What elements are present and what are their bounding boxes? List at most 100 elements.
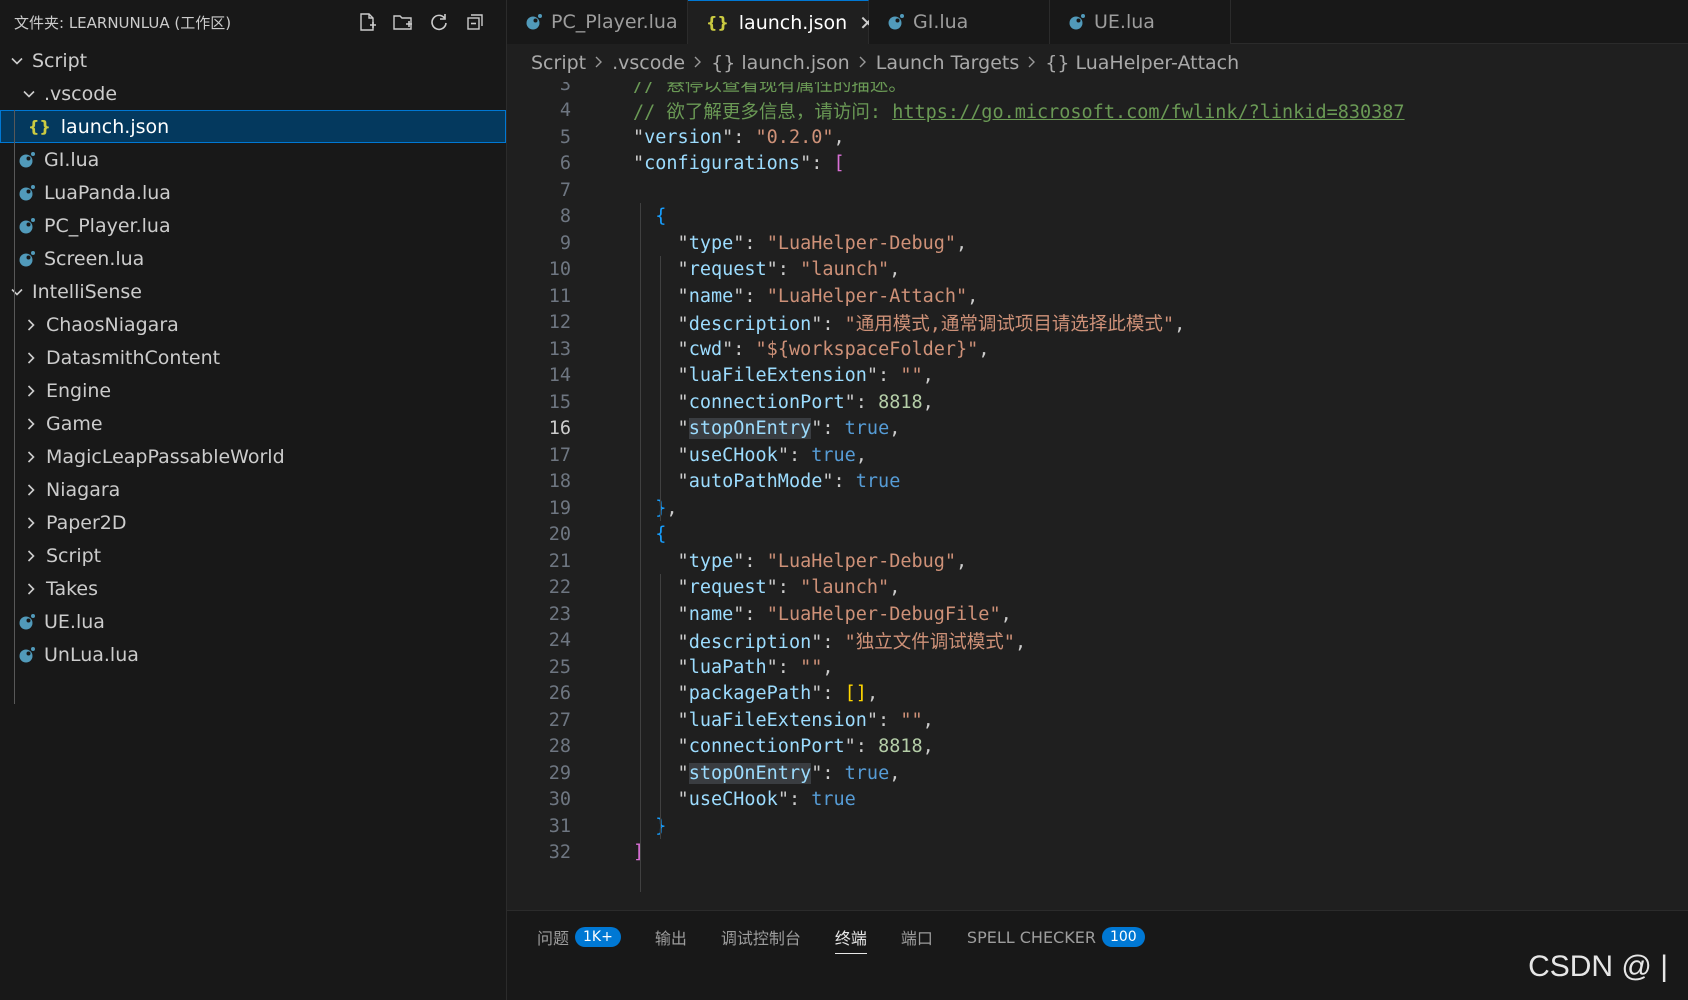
panel-tab[interactable]: 问题 1K+ bbox=[537, 925, 621, 953]
tree-item-label: IntelliSense bbox=[32, 280, 143, 303]
code-token: "" bbox=[900, 365, 923, 386]
code-token: , bbox=[956, 232, 968, 254]
tab-gi-lua[interactable]: GI.lua bbox=[869, 0, 1050, 44]
code-token: autoPathMode bbox=[688, 471, 823, 492]
code-token: true bbox=[855, 471, 901, 492]
workspace-title: 文件夹: LEARNUNLUA (工作区) bbox=[14, 13, 232, 32]
tree-item[interactable]: .vscode bbox=[0, 77, 506, 110]
code-token: luaFileExtension bbox=[688, 709, 867, 731]
panel-tab-label: 调试控制台 bbox=[720, 929, 801, 948]
chevron-right-icon bbox=[594, 52, 604, 74]
tree-item[interactable]: {} launch.json bbox=[0, 110, 506, 143]
code-line: 29 "stopOnEntry": true, bbox=[507, 759, 1688, 787]
tree-item[interactable]: LuaPanda.lua bbox=[0, 176, 506, 209]
breadcrumb-item[interactable]: Script bbox=[531, 52, 586, 74]
tree-item[interactable]: Takes bbox=[0, 572, 506, 605]
chevron-right-icon[interactable] bbox=[22, 483, 40, 497]
refresh-icon[interactable] bbox=[428, 11, 450, 33]
panel-tab[interactable]: 输出 bbox=[655, 925, 687, 953]
code-text: "description": "通用模式,通常调试项目请选择此模式", bbox=[633, 310, 1186, 336]
code-token: [] bbox=[844, 683, 867, 704]
code-token: "LuaHelper-DebugFile" bbox=[766, 603, 1001, 625]
code-token: " bbox=[633, 126, 645, 148]
code-line: 4 // 欲了解更多信息，请访问: https://go.microsoft.co… bbox=[507, 97, 1688, 125]
tree-item[interactable]: PC_Player.lua bbox=[0, 209, 506, 242]
tree-item[interactable]: Script bbox=[0, 539, 506, 572]
tree-item[interactable]: ChaosNiagara bbox=[0, 308, 506, 341]
code-token: ": bbox=[766, 577, 801, 598]
tree-item[interactable]: Niagara bbox=[0, 473, 506, 506]
chevron-right-icon[interactable] bbox=[22, 351, 40, 365]
code-token: cwd bbox=[688, 338, 723, 360]
panel-tab[interactable]: SPELL CHECKER 100 bbox=[967, 927, 1145, 951]
tree-item[interactable]: Screen.lua bbox=[0, 242, 506, 275]
tree-item-label: DatasmithContent bbox=[46, 346, 221, 369]
chevron-down-icon[interactable] bbox=[20, 87, 38, 101]
tree-item[interactable]: DatasmithContent bbox=[0, 341, 506, 374]
code-token: , bbox=[889, 577, 901, 598]
explorer-actions bbox=[356, 11, 486, 33]
code-token: ": bbox=[811, 631, 845, 653]
code-text: "request": "launch", bbox=[633, 259, 901, 280]
collapse-all-icon[interactable] bbox=[464, 11, 486, 33]
watermark: CSDN @ | bbox=[1528, 950, 1668, 983]
chevron-right-icon[interactable] bbox=[22, 450, 40, 464]
chevron-right-icon[interactable] bbox=[22, 384, 40, 398]
indent-guide bbox=[14, 110, 15, 308]
line-number: 12 bbox=[548, 312, 571, 333]
chevron-right-icon[interactable] bbox=[22, 417, 40, 431]
panel-tab[interactable]: 调试控制台 bbox=[721, 925, 801, 953]
line-number: 11 bbox=[548, 285, 571, 307]
tree-item[interactable]: Script bbox=[0, 44, 506, 77]
code-token: "" bbox=[900, 709, 923, 731]
count-badge: 100 bbox=[1101, 927, 1145, 947]
tree-item[interactable]: UE.lua bbox=[0, 605, 506, 638]
code-line: 16 "stopOnEntry": true, bbox=[507, 415, 1688, 443]
tree-item[interactable]: UnLua.lua bbox=[0, 638, 506, 671]
json-file-icon: {} bbox=[706, 13, 729, 32]
chevron-right-icon[interactable] bbox=[22, 318, 40, 332]
code-line: 20 { bbox=[507, 521, 1688, 549]
line-number: 13 bbox=[548, 338, 571, 360]
breadcrumb-item[interactable]: .vscode bbox=[612, 52, 685, 74]
tab-pc-player-lua[interactable]: PC_Player.lua bbox=[507, 0, 688, 44]
chevron-right-icon bbox=[693, 52, 703, 74]
tree-item[interactable]: Paper2D bbox=[0, 506, 506, 539]
code-line: 10 "request": "launch", bbox=[507, 256, 1688, 284]
code-token: "0.2.0" bbox=[755, 126, 834, 148]
breadcrumb-item[interactable]: {} LuaHelper-Attach bbox=[1045, 52, 1239, 74]
tree-item-label: Paper2D bbox=[46, 511, 127, 534]
tree-item[interactable]: IntelliSense bbox=[0, 275, 506, 308]
tab-ue-lua[interactable]: UE.lua bbox=[1050, 0, 1231, 44]
new-folder-icon[interactable] bbox=[392, 11, 414, 33]
code-editor[interactable]: 3 // 悬停以查看现有属性的描述。 4 // 欲了解更多信息，请访问: https:… bbox=[507, 82, 1688, 910]
code-text: "connectionPort": 8818, bbox=[633, 736, 934, 757]
breadcrumb: Script .vscode {} launch.json Launch Target… bbox=[507, 44, 1688, 82]
line-number: 21 bbox=[548, 550, 571, 572]
code-line: 8 { bbox=[507, 203, 1688, 231]
chevron-down-icon[interactable] bbox=[8, 54, 26, 68]
tree-item[interactable]: GI.lua bbox=[0, 143, 506, 176]
tree-item[interactable]: Game bbox=[0, 407, 506, 440]
tree-item[interactable]: MagicLeapPassableWorld bbox=[0, 440, 506, 473]
code-line: 18 "autoPathMode": true bbox=[507, 468, 1688, 496]
new-file-icon[interactable] bbox=[356, 11, 378, 33]
panel-tab[interactable]: 终端 bbox=[834, 925, 867, 954]
code-line: 23 "name": "LuaHelper-DebugFile", bbox=[507, 600, 1688, 628]
panel-tab[interactable]: 端口 bbox=[901, 925, 933, 953]
chevron-right-icon[interactable] bbox=[22, 582, 40, 596]
code-token: { bbox=[655, 524, 667, 545]
tree-item[interactable]: Engine bbox=[0, 374, 506, 407]
breadcrumb-item[interactable]: {} launch.json bbox=[711, 52, 850, 74]
code-token: , bbox=[956, 550, 968, 572]
chevron-down-icon[interactable] bbox=[8, 285, 26, 299]
tab-launch-json[interactable]: {} launch.json ✕ bbox=[688, 0, 876, 44]
breadcrumb-item[interactable]: Launch Targets bbox=[876, 52, 1020, 74]
code-text: "cwd": "${workspaceFolder}", bbox=[633, 338, 990, 360]
chevron-right-icon[interactable] bbox=[22, 516, 40, 530]
code-token: ": bbox=[822, 471, 856, 492]
code-token[interactable]: https://go.microsoft.com/fwlink/?linkid=… bbox=[892, 102, 1404, 123]
chevron-right-icon[interactable] bbox=[22, 549, 40, 563]
code-token: " bbox=[633, 153, 645, 174]
